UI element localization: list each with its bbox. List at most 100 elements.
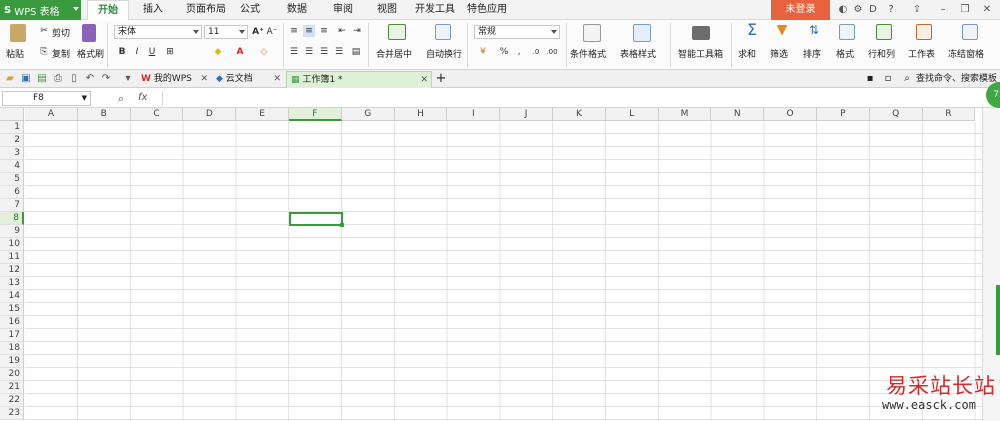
row-header-23[interactable]: 23 xyxy=(0,407,24,420)
number-format-select[interactable]: 常规 xyxy=(474,25,560,39)
align-middle-icon[interactable]: ≡ xyxy=(303,25,315,37)
toolbox-icon[interactable] xyxy=(692,26,710,40)
row-header-13[interactable]: 13 xyxy=(0,277,24,290)
save-icon[interactable]: ▣ xyxy=(20,73,32,85)
fx-icon[interactable]: fx xyxy=(138,92,147,103)
table-style-icon[interactable] xyxy=(633,24,651,42)
tab-formulas[interactable]: 公式 xyxy=(235,0,265,20)
conditional-format-button[interactable]: 条件格式 xyxy=(570,47,606,60)
tab-data[interactable]: 数据 xyxy=(282,0,312,20)
sum-button[interactable]: 求和 xyxy=(738,47,756,60)
wrap-text-button[interactable]: 自动换行 xyxy=(426,47,462,60)
row-header-11[interactable]: 11 xyxy=(0,251,24,264)
percent-icon[interactable]: % xyxy=(498,46,510,58)
row-header-22[interactable]: 22 xyxy=(0,394,24,407)
worksheet-icon[interactable] xyxy=(916,24,932,40)
column-header-l[interactable]: L xyxy=(605,108,659,121)
underline-icon[interactable]: U xyxy=(146,46,158,58)
column-header-d[interactable]: D xyxy=(183,108,237,121)
print-preview-icon[interactable]: ▯ xyxy=(68,73,80,85)
close-icon[interactable]: ✕ xyxy=(273,71,281,87)
formula-input[interactable] xyxy=(162,91,998,106)
row-header-17[interactable]: 17 xyxy=(0,329,24,342)
row-header-20[interactable]: 20 xyxy=(0,368,24,381)
align-right-icon[interactable]: ☰ xyxy=(318,46,330,58)
cut-button[interactable]: 剪切 xyxy=(52,26,70,39)
row-header-4[interactable]: 4 xyxy=(0,160,24,173)
paste-icon[interactable] xyxy=(10,24,26,42)
select-all-corner[interactable] xyxy=(0,108,24,121)
font-color-icon[interactable]: A xyxy=(234,46,246,58)
format-icon[interactable] xyxy=(839,24,855,40)
customize-chevron-icon[interactable]: ▾ xyxy=(122,73,134,85)
tab-insert[interactable]: 插入 xyxy=(135,0,171,20)
row-header-12[interactable]: 12 xyxy=(0,264,24,277)
undo-icon[interactable]: ↶ xyxy=(84,73,96,85)
close-icon[interactable]: ✕ xyxy=(200,71,208,87)
settings-gear-icon[interactable]: ⚙ xyxy=(851,3,865,17)
bold-icon[interactable]: B xyxy=(116,46,128,58)
thousands-icon[interactable]: , xyxy=(513,46,525,58)
row-header-9[interactable]: 9 xyxy=(0,225,24,238)
close-icon[interactable]: ✕ xyxy=(980,3,994,17)
active-cell-f8[interactable] xyxy=(289,212,344,227)
paste-button[interactable]: 粘贴 xyxy=(6,47,24,60)
fill-handle[interactable] xyxy=(339,223,344,227)
freeze-panes-icon[interactable] xyxy=(962,24,978,40)
upload-icon[interactable]: ⇪ xyxy=(910,3,924,17)
column-header-e[interactable]: E xyxy=(236,108,289,121)
help-icon[interactable]: ? xyxy=(884,3,898,17)
scissors-icon[interactable]: ✂ xyxy=(38,25,50,37)
column-header-p[interactable]: P xyxy=(817,108,870,121)
filter-button[interactable]: 筛选 xyxy=(770,47,788,60)
tab-home[interactable]: 开始 xyxy=(87,0,129,21)
copy-icon[interactable]: ⎘ xyxy=(38,46,50,58)
tab-workbook1[interactable]: ▦ 工作簿1 * ✕ xyxy=(286,71,432,88)
column-header-r[interactable]: R xyxy=(922,108,976,121)
column-header-k[interactable]: K xyxy=(553,108,606,121)
worksheet-button[interactable]: 工作表 xyxy=(908,47,935,60)
row-header-3[interactable]: 3 xyxy=(0,147,24,160)
sort-button[interactable]: 排序 xyxy=(803,47,821,60)
restore-icon[interactable]: ❐ xyxy=(958,3,972,17)
tab-view[interactable]: 视图 xyxy=(372,0,402,20)
row-header-5[interactable]: 5 xyxy=(0,173,24,186)
row-header-7[interactable]: 7 xyxy=(0,199,24,212)
share-icon[interactable]: D xyxy=(866,3,880,17)
indent-increase-icon[interactable]: ⇥ xyxy=(351,25,363,37)
justify-icon[interactable]: ☰ xyxy=(333,46,345,58)
column-header-i[interactable]: I xyxy=(447,108,501,121)
command-search[interactable]: 查找命令、搜索模板 xyxy=(912,71,998,88)
column-header-g[interactable]: G xyxy=(341,108,395,121)
freeze-panes-button[interactable]: 冻结窗格 xyxy=(948,47,984,60)
wrap-text-icon[interactable] xyxy=(435,24,451,40)
login-button[interactable]: 未登录 xyxy=(771,0,830,20)
feedback-icon[interactable]: ▫ xyxy=(882,73,894,85)
app-menu-button[interactable]: S WPS 表格 xyxy=(0,0,81,20)
column-header-h[interactable]: H xyxy=(394,108,448,121)
cell-area[interactable] xyxy=(25,121,982,421)
column-header-j[interactable]: J xyxy=(500,108,553,121)
align-top-icon[interactable]: ≡ xyxy=(288,25,300,37)
increase-font-icon[interactable]: A⁺ xyxy=(252,26,264,38)
column-header-n[interactable]: N xyxy=(711,108,765,121)
skin-icon[interactable]: ◐ xyxy=(836,3,850,17)
tab-my-wps[interactable]: W 我的WPS ✕ xyxy=(137,71,211,88)
distribute-icon[interactable]: ▤ xyxy=(350,46,362,58)
row-header-19[interactable]: 19 xyxy=(0,355,24,368)
tab-cloud-docs[interactable]: ◆ 云文档 ✕ xyxy=(212,71,284,88)
row-header-1[interactable]: 1 xyxy=(0,121,24,134)
clear-format-icon[interactable]: ◇ xyxy=(258,46,270,58)
new-icon[interactable]: ▤ xyxy=(36,73,48,85)
merge-center-icon[interactable] xyxy=(388,24,406,40)
increase-decimal-icon[interactable]: .0 xyxy=(530,46,542,58)
redo-icon[interactable]: ↷ xyxy=(100,73,112,85)
smart-toolbox-button[interactable]: 智能工具箱 xyxy=(678,47,723,60)
font-name-select[interactable]: 宋体 xyxy=(114,25,202,39)
table-style-button[interactable]: 表格样式 xyxy=(620,47,656,60)
zoom-search-icon[interactable]: ⌕ xyxy=(118,92,124,106)
align-left-icon[interactable]: ☰ xyxy=(288,46,300,58)
column-header-f[interactable]: F xyxy=(289,108,342,121)
format-painter-button[interactable]: 格式刷 xyxy=(77,47,104,60)
name-box[interactable]: F8 ▼ xyxy=(2,91,91,106)
